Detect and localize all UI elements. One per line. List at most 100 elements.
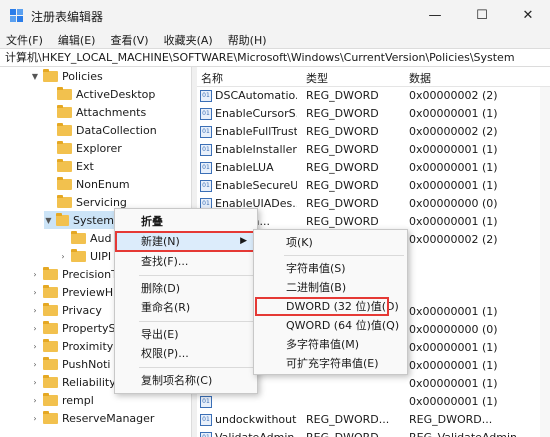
tree-item-reservemanager[interactable]: › ReserveManager (30, 409, 154, 427)
column-name-header[interactable]: 名称 (201, 70, 223, 86)
menu-item-export[interactable]: 导出(E) (141, 325, 179, 344)
vertical-scrollbar[interactable] (540, 87, 550, 437)
value-type: REG_DWORD (306, 161, 379, 174)
menu-item-collapse[interactable]: 折叠 (141, 212, 163, 231)
list-item[interactable]: 01 DSCAutomatio... REG_DWORD 0x00000002 (2) (197, 87, 550, 105)
close-button[interactable]: ✕ (505, 0, 550, 31)
folder-icon (57, 158, 72, 172)
tree-item-label: rempl (62, 393, 94, 407)
chevron-right-icon[interactable]: › (30, 306, 40, 315)
window-title: 注册表编辑器 (31, 10, 104, 24)
folder-icon (57, 194, 72, 208)
value-name: EnableLUA (215, 161, 274, 174)
tree-item-proximity[interactable]: › Proximity (30, 337, 113, 355)
menu-item-find[interactable]: 查找(F)... (141, 252, 188, 271)
submenu-item-string-value[interactable]: 字符串值(S) (286, 259, 346, 278)
menu-edit[interactable]: 编辑(E) (52, 32, 105, 48)
tree-item-reliability[interactable]: › Reliability (30, 373, 116, 391)
folder-icon (71, 248, 86, 262)
tree-item-label: PreviewH (62, 285, 114, 299)
tree-item-privacy[interactable]: › Privacy (30, 301, 102, 319)
maximize-button[interactable]: ☐ (459, 0, 505, 31)
menu-item-delete[interactable]: 删除(D) (141, 279, 180, 298)
submenu-item-binary-value[interactable]: 二进制值(B) (286, 278, 346, 297)
list-item[interactable]: 01undockwithout... REG_DWORD... REG_DWORD.… (197, 411, 550, 429)
list-item[interactable]: 01EnableSecureU... REG_DWORD 0x00000001 (1… (197, 177, 550, 195)
tree-item-uipi[interactable]: › UIPI (58, 247, 111, 265)
tree-item-propertys[interactable]: › PropertyS (30, 319, 116, 337)
submenu-item-key[interactable]: 项(K) (286, 233, 313, 252)
list-item[interactable]: 01 EnableLUA REG_DWORD 0x00000001 (1) (197, 159, 550, 177)
chevron-right-icon[interactable]: › (30, 396, 40, 405)
list-item[interactable]: 01 EnableCursorS... REG_DWORD 0x00000001 (1… (197, 105, 550, 123)
tree-item-label: ReserveManager (62, 411, 155, 425)
tree-item-ext[interactable]: Ext (44, 157, 94, 175)
value-data: REG_DWORD... (409, 413, 493, 426)
chevron-right-icon[interactable]: › (30, 360, 40, 369)
tree-item-label: Privacy (62, 303, 102, 317)
list-item[interactable]: 01EnableFullTrust... REG_DWORD 0x00000002 … (197, 123, 550, 141)
folder-icon (57, 140, 72, 154)
tree-item-pushnoti[interactable]: › PushNoti (30, 355, 110, 373)
chevron-right-icon[interactable]: › (30, 414, 40, 423)
tree-item-previewh[interactable]: › PreviewH (30, 283, 113, 301)
value-name: EnableInstaller... (215, 143, 297, 156)
chevron-down-icon[interactable]: ▼ (44, 216, 53, 225)
tree-item-label: System (72, 213, 114, 227)
chevron-down-icon[interactable]: ▼ (30, 72, 40, 81)
value-name: EnableSecureU... (215, 179, 297, 192)
tree-item-rempl[interactable]: › rempl (30, 391, 94, 409)
value-data: 0x00000001 (1) (409, 377, 498, 390)
submenu-item-qword-value[interactable]: QWORD (64 位)值(Q) (286, 316, 399, 335)
tree-item-precisiont[interactable]: › PrecisionT (30, 265, 118, 283)
address-bar[interactable]: 计算机\HKEY_LOCAL_MACHINE\SOFTWARE\Microsof… (0, 48, 550, 67)
value-type: REG_DWORD... (306, 431, 406, 437)
value-data: 0x00000001 (1) (409, 305, 498, 318)
chevron-right-icon[interactable]: › (30, 288, 40, 297)
value-type: REG_DWORD (306, 89, 379, 102)
menu-favorites[interactable]: 收藏夹(A) (158, 32, 222, 48)
tree-item-label: Ext (76, 159, 94, 173)
menu-file[interactable]: 文件(F) (0, 32, 52, 48)
value-name: DSCAutomatio... (215, 89, 297, 102)
tree-item-nonenum[interactable]: NonEnum (44, 175, 130, 193)
value-data: 0x00000002 (2) (409, 89, 498, 102)
chevron-right-icon[interactable]: › (30, 378, 40, 387)
tree-item-system[interactable]: ▼ System (44, 211, 114, 229)
menu-help[interactable]: 帮助(H) (222, 32, 276, 48)
tree-item-policies[interactable]: ▼ Policies (30, 67, 103, 85)
tree-item-explorer[interactable]: Explorer (44, 139, 122, 157)
submenu-item-expandable-string-value[interactable]: 可扩充字符串值(E) (286, 354, 379, 373)
value-data: 0x00000002 (2) (409, 233, 498, 246)
chevron-right-icon[interactable]: › (58, 252, 68, 261)
title-bar: 注册表编辑器 — ☐ ✕ (0, 0, 550, 31)
tree-item-label: Aud (90, 231, 112, 245)
list-item[interactable]: 01EnableInstaller... REG_DWORD 0x00000001 … (197, 141, 550, 159)
value-name: EnableCursorS... (215, 107, 297, 120)
reg-dword-icon: 01 (200, 126, 212, 138)
submenu-item-multi-string-value[interactable]: 多字符串值(M) (286, 335, 359, 354)
value-type: REG_DWORD (306, 125, 379, 138)
folder-icon (43, 374, 58, 388)
tree-item-audit[interactable]: Aud (58, 229, 111, 247)
menu-item-copy-key-name[interactable]: 复制项名称(C) (141, 371, 212, 390)
minimize-button[interactable]: — (412, 0, 458, 31)
column-type-header[interactable]: 类型 (306, 70, 328, 86)
value-name: EnableFullTrust... (215, 125, 297, 138)
menu-item-permissions[interactable]: 权限(P)... (141, 344, 189, 363)
tree-item-activedesktop[interactable]: ActiveDesktop (44, 85, 155, 103)
menu-item-rename[interactable]: 重命名(R) (141, 298, 190, 317)
folder-icon (57, 122, 72, 136)
list-item[interactable]: 01ValidateAdmin... REG_DWORD...REG_Valida… (197, 429, 550, 437)
chevron-right-icon[interactable]: › (30, 270, 40, 279)
tree-item-datacollection[interactable]: DataCollection (44, 121, 157, 139)
list-item[interactable]: 01 0x00000001 (1) (197, 393, 550, 411)
tree-item-attachments[interactable]: Attachments (44, 103, 146, 121)
menu-separator (139, 321, 255, 322)
chevron-right-icon[interactable]: › (30, 324, 40, 333)
column-data-header[interactable]: 数据 (409, 70, 431, 86)
reg-dword-icon: 01 (200, 108, 212, 120)
menu-view[interactable]: 查看(V) (104, 32, 157, 48)
chevron-right-icon[interactable]: › (30, 342, 40, 351)
tree-item-label: Reliability (62, 375, 116, 389)
